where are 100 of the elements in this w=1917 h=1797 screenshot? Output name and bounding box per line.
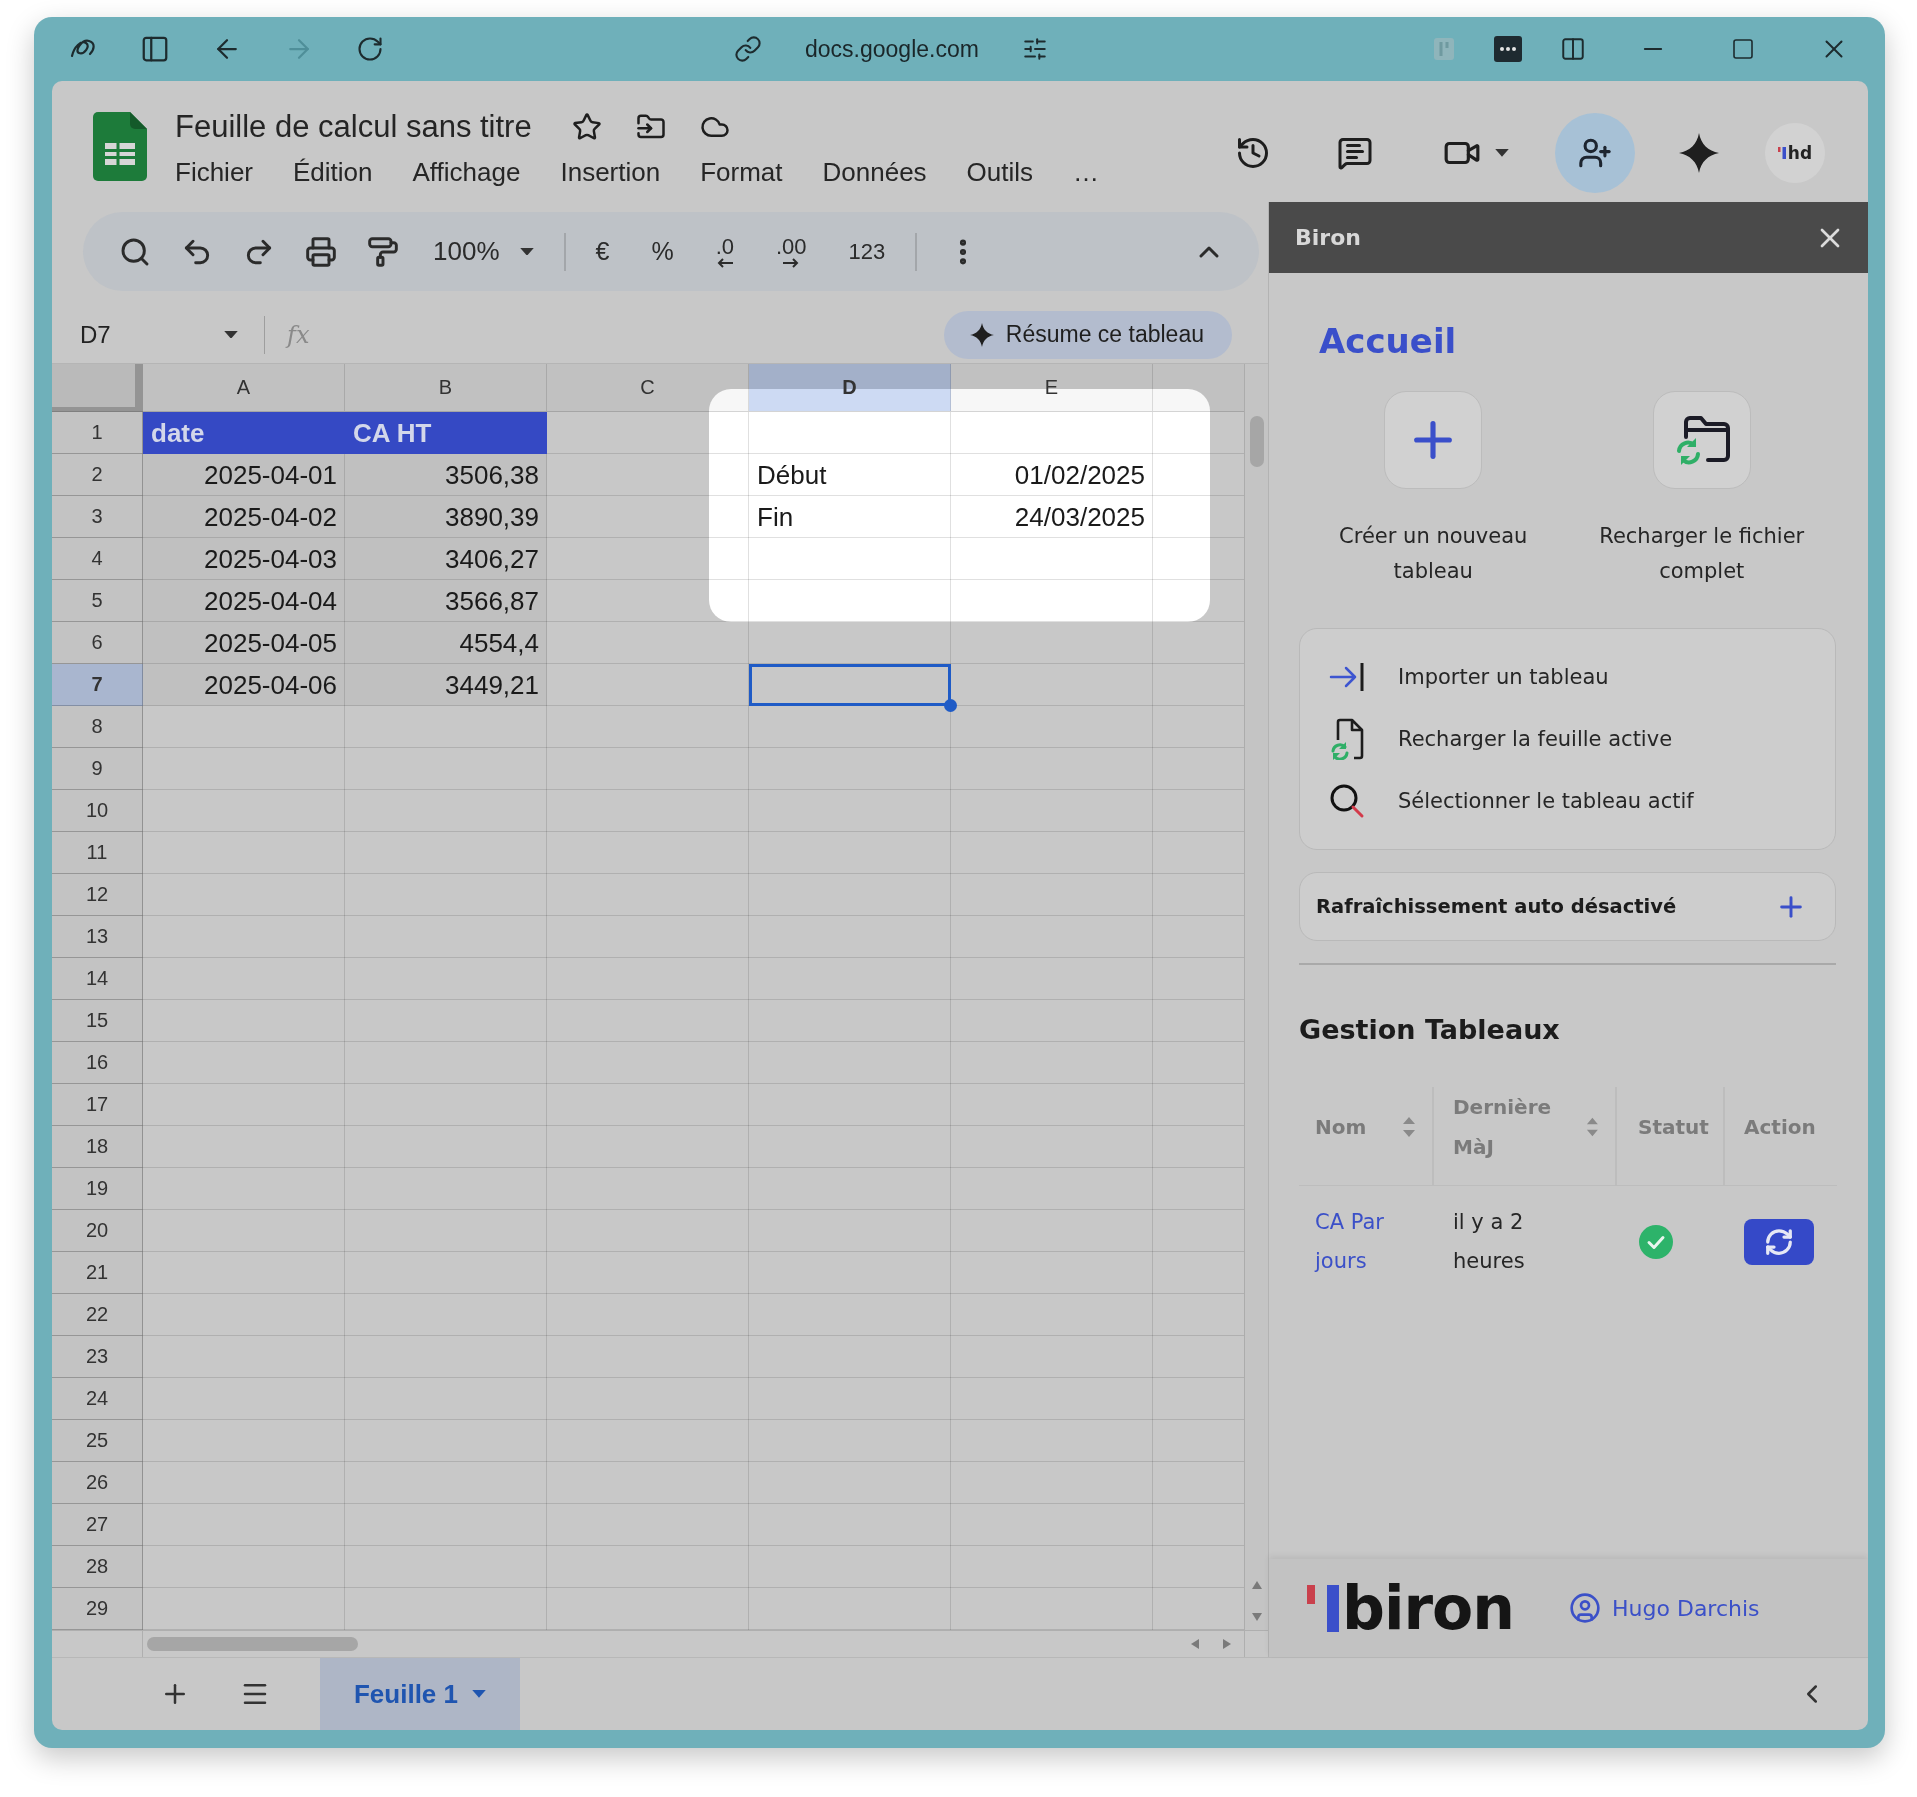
row-header[interactable]: 26 xyxy=(52,1462,143,1504)
row-header[interactable]: 7 xyxy=(52,664,143,706)
sheet-cell[interactable]: 2025-04-04 xyxy=(143,580,345,622)
caret-down-icon[interactable] xyxy=(1495,149,1509,157)
scroll-right-icon[interactable] xyxy=(1222,1639,1232,1649)
column-header[interactable]: D xyxy=(749,364,951,411)
row-header[interactable]: 13 xyxy=(52,916,143,958)
row-header[interactable]: 8 xyxy=(52,706,143,748)
refresh-button[interactable] xyxy=(1744,1219,1814,1265)
row-header[interactable]: 19 xyxy=(52,1168,143,1210)
menu-item[interactable]: Données xyxy=(822,156,927,188)
scrollbar-thumb[interactable] xyxy=(1249,416,1264,467)
menu-item[interactable]: Affichage xyxy=(412,156,521,188)
row-header[interactable]: 10 xyxy=(52,790,143,832)
row-header[interactable]: 29 xyxy=(52,1588,143,1630)
sheet-cell[interactable]: 2025-04-03 xyxy=(143,538,345,580)
row-header[interactable]: 21 xyxy=(52,1252,143,1294)
row-header[interactable]: 17 xyxy=(52,1084,143,1126)
history-icon[interactable] xyxy=(1235,135,1271,171)
row-header[interactable]: 4 xyxy=(52,538,143,580)
menu-item[interactable]: Outils xyxy=(966,156,1034,188)
column-header[interactable]: C xyxy=(547,364,749,411)
action-item[interactable]: Recharger la feuille active xyxy=(1329,708,1673,770)
maximize-icon[interactable] xyxy=(1731,37,1755,61)
sheet-cell[interactable]: 3406,27 xyxy=(345,538,547,580)
zoom-select[interactable]: 100% xyxy=(433,236,534,267)
summary-button[interactable]: Résume ce tableau xyxy=(943,310,1232,359)
tile-button[interactable] xyxy=(1652,391,1751,489)
reload-icon[interactable] xyxy=(356,35,384,63)
row-header[interactable]: 11 xyxy=(52,832,143,874)
sheet-cell[interactable]: 3506,38 xyxy=(345,454,547,496)
row-header[interactable]: 22 xyxy=(52,1294,143,1336)
sheet-cell[interactable]: 3890,39 xyxy=(345,496,547,538)
sidebar-icon[interactable] xyxy=(140,34,170,64)
menu-item[interactable]: Format xyxy=(700,156,783,188)
sheet-cell[interactable]: Début xyxy=(749,454,951,496)
number-format-button[interactable]: 123 xyxy=(848,240,886,263)
menu-item[interactable]: Fichier xyxy=(175,156,253,188)
name-box-field[interactable]: D7 xyxy=(80,320,242,349)
user-link[interactable]: Hugo Darchis xyxy=(1569,1592,1760,1624)
row-header[interactable]: 24 xyxy=(52,1378,143,1420)
tile-button[interactable] xyxy=(1384,391,1483,489)
row-header[interactable]: 28 xyxy=(52,1546,143,1588)
sheet-cell[interactable]: 2025-04-01 xyxy=(143,454,345,496)
active-cell[interactable] xyxy=(749,664,951,706)
row-header[interactable]: 14 xyxy=(52,958,143,1000)
table-header-cell[interactable]: CA HT xyxy=(345,412,547,454)
menu-item[interactable]: Insertion xyxy=(560,156,661,188)
action-item[interactable]: Sélectionner le tableau actif xyxy=(1329,770,1694,832)
table-link[interactable]: CA Par jours xyxy=(1315,1203,1422,1281)
fill-handle[interactable] xyxy=(944,699,957,712)
action-item[interactable]: Importer un tableau xyxy=(1329,646,1609,708)
more-icon[interactable] xyxy=(1494,36,1522,62)
sheet-cell[interactable]: 4554,4 xyxy=(345,622,547,664)
menu-item[interactable]: … xyxy=(1073,156,1100,188)
row-header[interactable]: 9 xyxy=(52,748,143,790)
row-header[interactable]: 16 xyxy=(52,1042,143,1084)
sheet-cell[interactable]: 2025-04-02 xyxy=(143,496,345,538)
row-header[interactable]: 6 xyxy=(52,622,143,664)
sheet-cell[interactable]: Fin xyxy=(749,496,951,538)
star-icon[interactable] xyxy=(571,112,602,142)
row-header[interactable]: 2 xyxy=(52,454,143,496)
sheet-cell[interactable]: 24/03/2025 xyxy=(951,496,1153,538)
row-header[interactable]: 5 xyxy=(52,580,143,622)
sparkle-icon[interactable] xyxy=(1679,133,1719,173)
sliders-icon[interactable] xyxy=(1021,36,1048,62)
row-header[interactable]: 25 xyxy=(52,1420,143,1462)
spreadsheet-logo-icon[interactable] xyxy=(93,112,147,181)
sheet-cell[interactable]: 3566,87 xyxy=(345,580,547,622)
increase-decimals-button[interactable]: .00 xyxy=(776,235,807,268)
row-header[interactable]: 18 xyxy=(52,1126,143,1168)
menu-item[interactable]: Édition xyxy=(293,156,373,188)
link-icon[interactable] xyxy=(734,35,762,63)
decrease-decimals-button[interactable]: .0 xyxy=(715,235,734,268)
sheet-cell[interactable]: 3449,21 xyxy=(345,664,547,706)
split-view-icon[interactable] xyxy=(1560,36,1586,62)
comment-icon[interactable] xyxy=(1337,135,1373,171)
scrollbar-thumb[interactable] xyxy=(147,1637,358,1651)
percent-button[interactable]: % xyxy=(651,239,674,264)
avatar[interactable]: hd xyxy=(1765,123,1825,183)
tile-label[interactable]: Créer un nouveau tableau xyxy=(1308,519,1559,589)
sheet-cell[interactable]: 2025-04-05 xyxy=(143,622,345,664)
sheet-cell[interactable]: 2025-04-06 xyxy=(143,664,345,706)
currency-button[interactable]: € xyxy=(595,239,610,264)
row-header[interactable]: 12 xyxy=(52,874,143,916)
scroll-left-icon[interactable] xyxy=(1190,1639,1200,1649)
paint-roller-icon[interactable] xyxy=(367,235,399,268)
column-header[interactable]: E xyxy=(951,364,1153,411)
row-header[interactable]: 3 xyxy=(52,496,143,538)
address-field[interactable]: docs.google.com xyxy=(805,35,979,63)
row-header[interactable]: 15 xyxy=(52,1000,143,1042)
print-icon[interactable] xyxy=(305,235,337,268)
row-header[interactable]: 27 xyxy=(52,1504,143,1546)
column-header[interactable]: B xyxy=(345,364,547,411)
sheet-cell[interactable]: 01/02/2025 xyxy=(951,454,1153,496)
document-title[interactable]: Feuille de calcul sans titre xyxy=(175,109,532,145)
table-header-cell[interactable]: date xyxy=(143,412,345,454)
row-header[interactable]: 23 xyxy=(52,1336,143,1378)
row-header[interactable]: 1 xyxy=(52,412,143,454)
tile-label[interactable]: Recharger le fichier complet xyxy=(1576,519,1827,589)
